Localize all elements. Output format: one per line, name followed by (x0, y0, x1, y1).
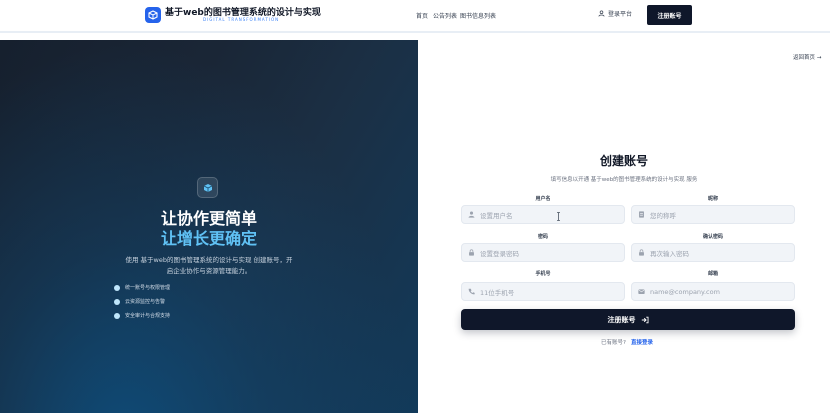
username-placeholder: 设置用户名 (480, 211, 513, 220)
site-subtitle: DIGITAL TRANSFORMATION (203, 17, 280, 22)
hero-description-1: 使用 基于web的图书管理系统的设计与实现 创建账号，开 (125, 256, 293, 264)
arrow-right-icon: → (816, 55, 822, 61)
hero-cube-icon (197, 177, 218, 198)
mail-icon (638, 289, 645, 294)
lock-icon (469, 249, 474, 256)
check-dot-icon (114, 284, 120, 291)
feature-label: 统一账号与权限管理 (125, 285, 171, 291)
nickname-label: 昵称 (707, 196, 718, 202)
phone-field[interactable]: 11位手机号 (461, 282, 625, 301)
confirm-password-label: 确认密码 (702, 234, 723, 240)
form-title: 创建账号 (599, 154, 648, 168)
feature-label: 云资源监控与告警 (125, 299, 166, 305)
phone-icon (468, 288, 475, 295)
top-header: 基于web的图书管理系统的设计与实现 DIGITAL TRANSFORMATIO… (0, 0, 830, 33)
feature-item: 安全审计与合规支持 (114, 312, 170, 319)
check-dot-icon (114, 298, 120, 305)
have-account-text: 已有账号? (601, 340, 626, 346)
nickname-placeholder: 您的称呼 (650, 211, 676, 220)
user-icon (598, 10, 605, 17)
password-field[interactable]: 设置登录密码 (461, 243, 625, 262)
confirm-password-field[interactable]: 再次输入密码 (631, 243, 795, 262)
register-button[interactable]: 注册账号 (647, 5, 692, 25)
password-label: 密码 (537, 234, 548, 240)
submit-register-button[interactable]: 注册账号 (461, 309, 795, 330)
login-link[interactable]: 登录平台 (598, 9, 632, 18)
feature-label: 安全审计与合规支持 (125, 313, 171, 319)
email-placeholder: name@company.com (650, 287, 720, 296)
nav-announcements[interactable]: 公告列表 (433, 11, 457, 20)
hero-description-2: 启企业协作与资源管理能力。 (166, 267, 252, 275)
nav-book-list[interactable]: 图书信息列表 (460, 11, 496, 20)
email-field[interactable]: name@company.com (631, 282, 795, 301)
text-cursor-icon (556, 206, 561, 221)
login-label: 登录平台 (608, 11, 633, 18)
email-label: 邮箱 (707, 271, 718, 277)
direct-login-link[interactable]: 直接登录 (631, 338, 653, 346)
username-field[interactable]: 设置用户名 (461, 205, 625, 224)
nav-home[interactable]: 首页 (416, 11, 428, 20)
logo-icon[interactable] (145, 7, 161, 23)
login-arrow-icon (641, 316, 648, 323)
nickname-field[interactable]: 您的称呼 (631, 205, 795, 224)
check-dot-icon (114, 312, 120, 319)
hero-headline-2: 让增长更确定 (160, 229, 257, 248)
lock-icon (639, 249, 644, 256)
feature-item: 云资源监控与告警 (114, 298, 165, 305)
phone-placeholder: 11位手机号 (480, 288, 515, 297)
form-subtitle: 填写信息以开通 基于web的图书管理系统的设计与实现 服务 (550, 177, 698, 183)
feature-item: 统一账号与权限管理 (114, 284, 170, 291)
id-card-icon (639, 211, 644, 218)
submit-label: 注册账号 (607, 315, 636, 324)
confirm-password-placeholder: 再次输入密码 (650, 249, 689, 258)
username-label: 用户名 (535, 196, 551, 202)
password-placeholder: 设置登录密码 (480, 249, 519, 258)
cube-icon (203, 183, 212, 192)
phone-label: 手机号 (535, 271, 551, 277)
cube-icon (148, 10, 158, 20)
back-home-link[interactable]: 返回首页 → (793, 53, 821, 61)
back-home-label: 返回首页 (793, 55, 816, 61)
user-icon (468, 211, 475, 218)
